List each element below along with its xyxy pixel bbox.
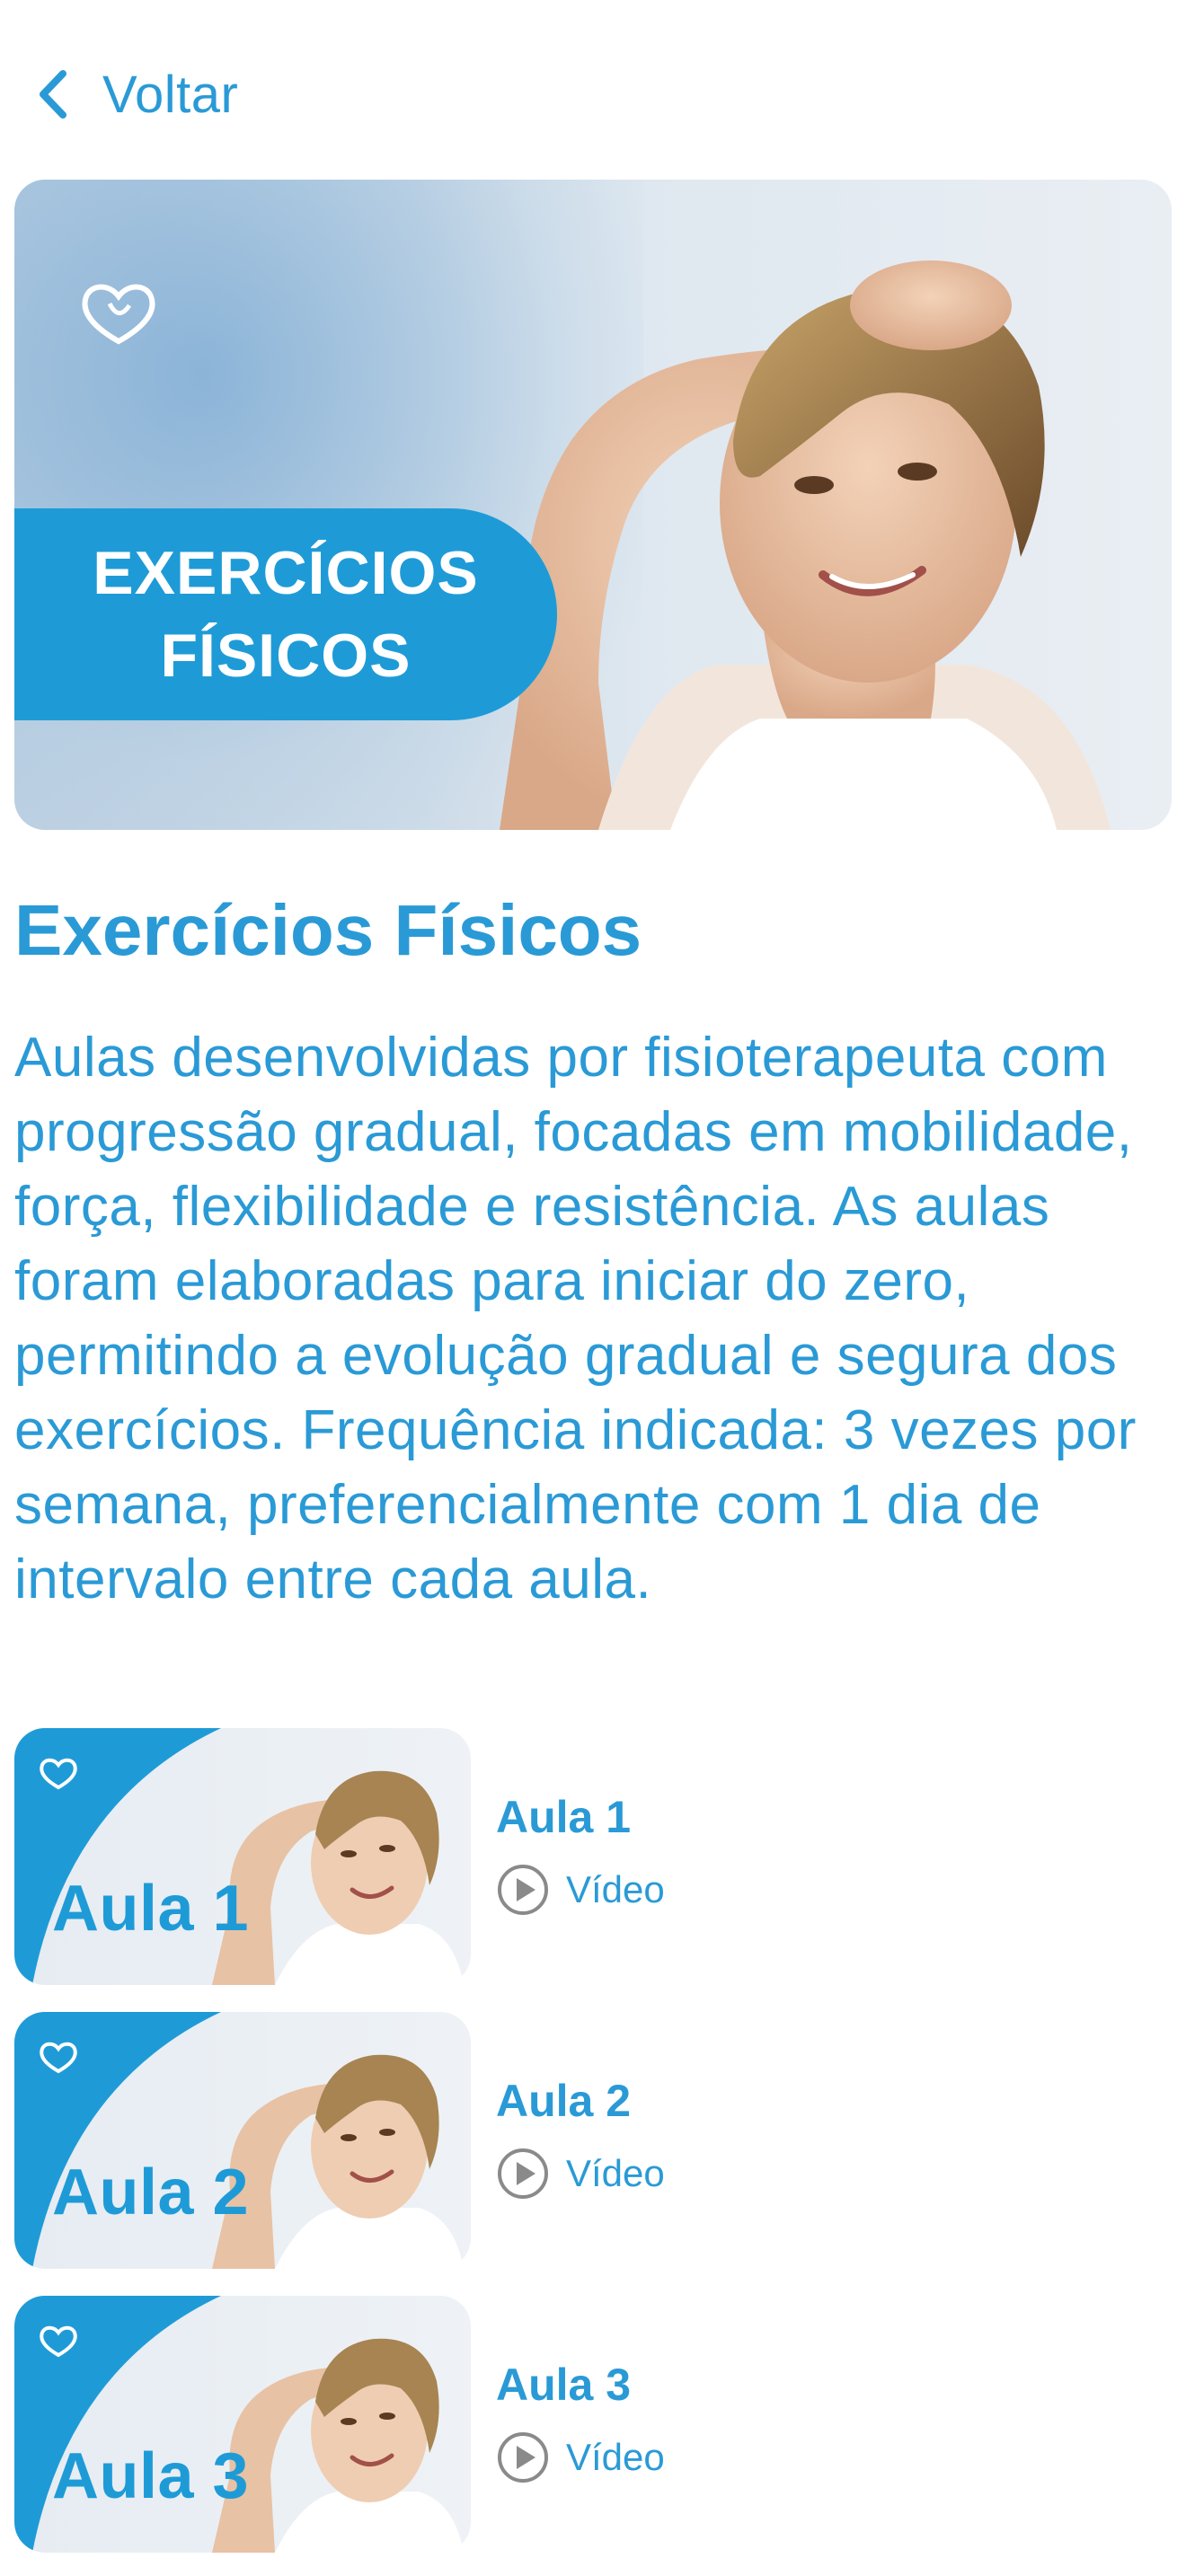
lesson-item[interactable]: Aula 2 Aula 2 Vídeo	[14, 2012, 1173, 2269]
course-hero-image: EXERCÍCIOS FÍSICOS	[14, 180, 1172, 830]
lesson-thumbnail: Aula 3	[14, 2296, 471, 2553]
lesson-item[interactable]: Aula 3 Aula 3 Vídeo	[14, 2296, 1173, 2553]
thumbnail-label: Aula 1	[52, 1873, 250, 1945]
brand-logo-icon	[40, 2042, 77, 2074]
play-circle-icon	[498, 2148, 548, 2199]
play-circle-icon	[498, 2432, 548, 2483]
lesson-type: Vídeo	[496, 2430, 665, 2484]
thumbnail-blue-arc	[14, 2296, 221, 2553]
lesson-title: Aula 3	[496, 2360, 632, 2410]
brand-logo-icon	[40, 2325, 77, 2358]
back-button[interactable]: Voltar	[32, 63, 238, 126]
lesson-title: Aula 1	[496, 1792, 632, 1842]
hero-banner-line2: FÍSICOS	[160, 622, 412, 690]
back-label: Voltar	[102, 65, 239, 124]
play-circle-icon	[498, 1865, 548, 1915]
lesson-type: Vídeo	[496, 1863, 665, 1917]
course-description: Aulas desenvolvidas por fisioterapeuta c…	[14, 1027, 1137, 1610]
lesson-title: Aula 2	[496, 2076, 632, 2126]
lesson-thumbnail: Aula 1	[14, 1728, 471, 1985]
thumbnail-label: Aula 2	[52, 2157, 250, 2228]
thumbnail-blue-arc	[14, 1728, 221, 1985]
lesson-info: Aula 3 Vídeo	[496, 2359, 665, 2484]
lesson-type-label: Vídeo	[566, 1868, 665, 1910]
lesson-info: Aula 1 Vídeo	[496, 1791, 665, 1917]
lesson-type-label: Vídeo	[566, 2436, 665, 2478]
lesson-info: Aula 2 Vídeo	[496, 2075, 665, 2201]
top-navigation: Voltar	[0, 0, 1186, 180]
lesson-item[interactable]: Aula 1 Aula 1 Vídeo	[14, 1728, 1173, 1985]
hero-banner: EXERCÍCIOS FÍSICOS	[14, 508, 557, 720]
woman-stretching-illustration	[500, 260, 1111, 830]
page-title: Exercícios Físicos	[14, 890, 642, 970]
thumbnail-blue-arc	[14, 2012, 221, 2269]
chevron-left-icon	[40, 70, 66, 119]
hero-banner-line1: EXERCÍCIOS	[93, 539, 479, 607]
brand-logo-icon	[40, 1758, 77, 1790]
lesson-type-label: Vídeo	[566, 2152, 665, 2194]
lesson-thumbnail: Aula 2	[14, 2012, 471, 2269]
lesson-type: Vídeo	[496, 2147, 665, 2201]
thumbnail-label: Aula 3	[52, 2440, 250, 2512]
brand-logo-icon	[82, 284, 155, 345]
